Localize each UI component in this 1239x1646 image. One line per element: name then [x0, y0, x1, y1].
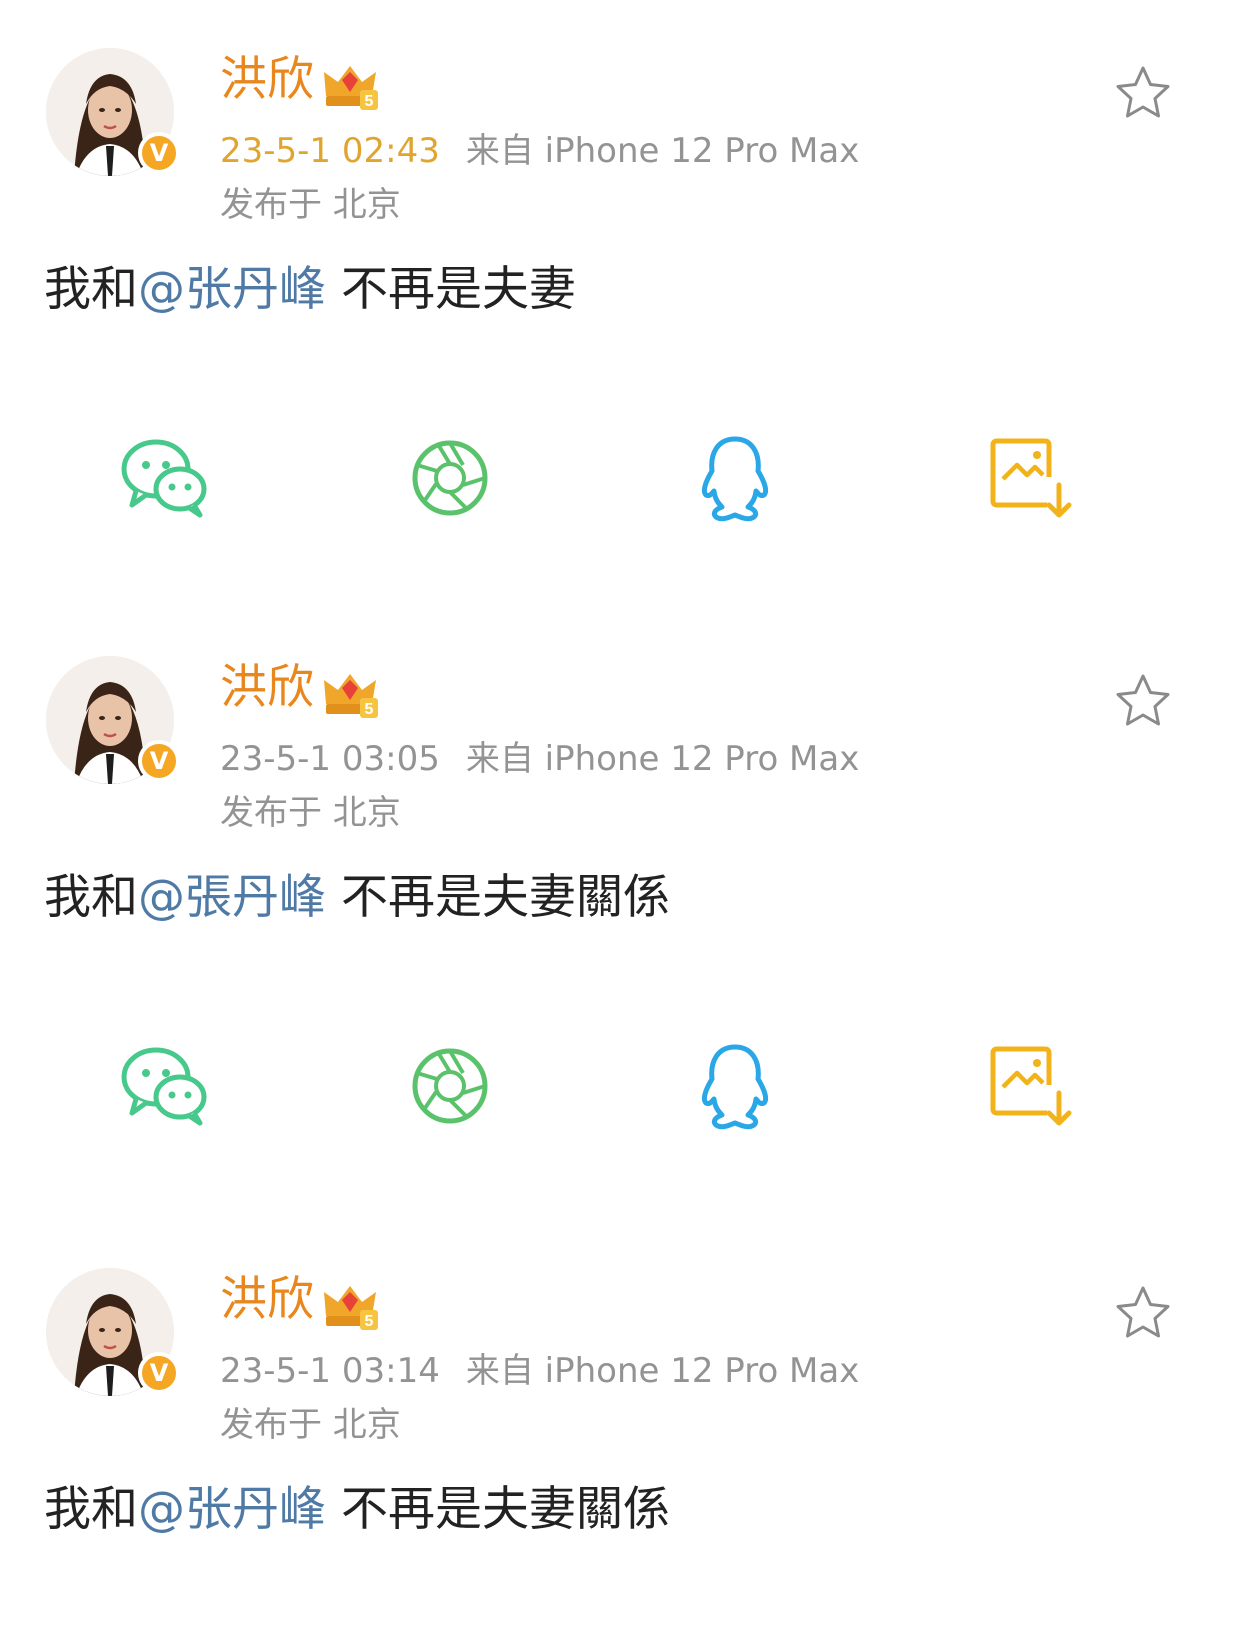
- post-time[interactable]: 23-5-1 02:43: [220, 131, 440, 171]
- post-time[interactable]: 23-5-1 03:05: [220, 739, 440, 779]
- weibo-post: V 洪欣 5 23-5-1 03:05 来自 iPhone 12 Pro Max …: [0, 656, 1239, 1176]
- post-meta: 23-5-1 03:14 来自 iPhone 12 Pro Max: [220, 1348, 859, 1394]
- qq-icon[interactable]: [690, 1041, 780, 1131]
- post-text-before: 我和: [44, 870, 138, 925]
- vip-crown-badge-icon[interactable]: 5: [320, 1280, 380, 1332]
- badge-number: 5: [365, 701, 374, 718]
- save-image-icon[interactable]: [985, 1041, 1075, 1131]
- share-bar: [0, 433, 1239, 523]
- post-text: 我和@張丹峰 不再是夫妻關係: [44, 866, 670, 930]
- username[interactable]: 洪欣: [220, 50, 314, 110]
- post-meta: 23-5-1 03:05 来自 iPhone 12 Pro Max: [220, 736, 859, 782]
- post-text-after: 不再是夫妻關係: [326, 1482, 670, 1537]
- post-meta: 23-5-1 02:43 来自 iPhone 12 Pro Max: [220, 128, 859, 174]
- mention-link[interactable]: @張丹峰: [138, 870, 326, 925]
- post-text-after: 不再是夫妻: [326, 262, 576, 317]
- post-location: 发布于 北京: [220, 1405, 401, 1445]
- wechat-icon[interactable]: [120, 433, 210, 523]
- username[interactable]: 洪欣: [220, 1270, 314, 1330]
- post-source: 来自 iPhone 12 Pro Max: [465, 739, 860, 779]
- post-text: 我和@张丹峰 不再是夫妻關係: [44, 1478, 670, 1542]
- badge-number: 5: [365, 1313, 374, 1330]
- star-icon[interactable]: [1113, 672, 1173, 728]
- verified-badge-icon: V: [138, 1352, 180, 1394]
- username[interactable]: 洪欣: [220, 658, 314, 718]
- weibo-post: V 洪欣 5 23-5-1 02:43 来自 iPhone 12 Pro Max …: [0, 48, 1239, 568]
- verified-badge-icon: V: [138, 132, 180, 174]
- star-icon[interactable]: [1113, 64, 1173, 120]
- post-text-before: 我和: [44, 1482, 138, 1537]
- post-time[interactable]: 23-5-1 03:14: [220, 1351, 440, 1391]
- post-location: 发布于 北京: [220, 185, 401, 225]
- mention-link[interactable]: @张丹峰: [138, 1482, 326, 1537]
- save-image-icon[interactable]: [985, 433, 1075, 523]
- post-text-after: 不再是夫妻關係: [326, 870, 670, 925]
- star-icon[interactable]: [1113, 1284, 1173, 1340]
- vip-crown-badge-icon[interactable]: 5: [320, 668, 380, 720]
- post-source: 来自 iPhone 12 Pro Max: [465, 1351, 860, 1391]
- post-text: 我和@张丹峰 不再是夫妻: [44, 258, 576, 322]
- share-bar: [0, 1041, 1239, 1131]
- qq-icon[interactable]: [690, 433, 780, 523]
- post-location: 发布于 北京: [220, 793, 401, 833]
- verified-badge-icon: V: [138, 740, 180, 782]
- post-source: 来自 iPhone 12 Pro Max: [465, 131, 860, 171]
- badge-number: 5: [365, 93, 374, 110]
- moments-icon[interactable]: [405, 1041, 495, 1131]
- vip-crown-badge-icon[interactable]: 5: [320, 60, 380, 112]
- post-text-before: 我和: [44, 262, 138, 317]
- mention-link[interactable]: @张丹峰: [138, 262, 326, 317]
- weibo-post: V 洪欣 5 23-5-1 03:14 来自 iPhone 12 Pro Max …: [0, 1268, 1239, 1646]
- wechat-icon[interactable]: [120, 1041, 210, 1131]
- moments-icon[interactable]: [405, 433, 495, 523]
